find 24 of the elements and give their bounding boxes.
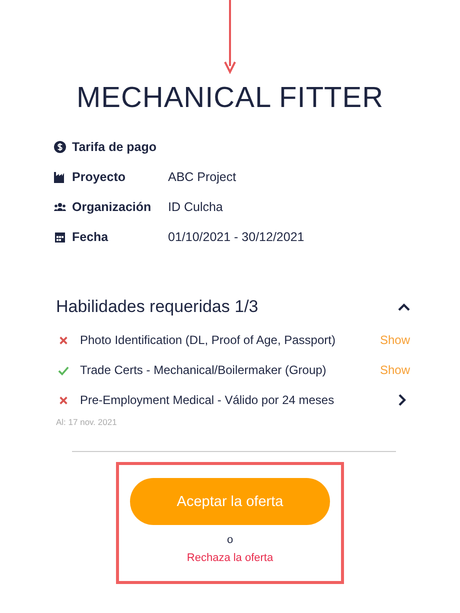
section-heading: Habilidades requeridas 1/3	[56, 297, 258, 317]
detail-label: Tarifa de pago	[72, 140, 158, 154]
separator-text: o	[226, 534, 234, 546]
detail-label: Fecha	[72, 230, 110, 244]
reject-link[interactable]: Rechaza la oferta	[186, 552, 274, 564]
calendar-icon	[54, 231, 66, 243]
detail-label: Proyecto	[72, 170, 126, 184]
detail-value: ID Culcha	[168, 200, 223, 214]
skill-name: Photo Identification (DL, Proof of Age, Passport)	[80, 333, 336, 347]
chevron-right-icon[interactable]	[398, 394, 406, 406]
accept-button[interactable]: Aceptar la oferta	[130, 478, 330, 525]
detail-value: 01/10/2021 - 30/12/2021	[168, 230, 304, 244]
chevron-icon[interactable]	[398, 303, 410, 311]
detail-label: Organización	[72, 200, 152, 214]
job-title: MECHANICAL FITTER	[75, 82, 385, 115]
skill-name: Trade Certs - Mechanical/Boilermaker (Group)	[80, 363, 328, 377]
dollar-icon	[54, 141, 66, 153]
show-link[interactable]: Show	[380, 363, 410, 377]
date-note: Al: 17 nov. 2021	[56, 417, 118, 427]
factory-icon	[54, 171, 66, 183]
show-link[interactable]: Show	[380, 333, 410, 347]
skill-name: Pre-Employment Medical - Válido por 24 meses	[80, 393, 336, 407]
detail-value: ABC Project	[168, 170, 236, 184]
users-icon	[54, 201, 66, 213]
